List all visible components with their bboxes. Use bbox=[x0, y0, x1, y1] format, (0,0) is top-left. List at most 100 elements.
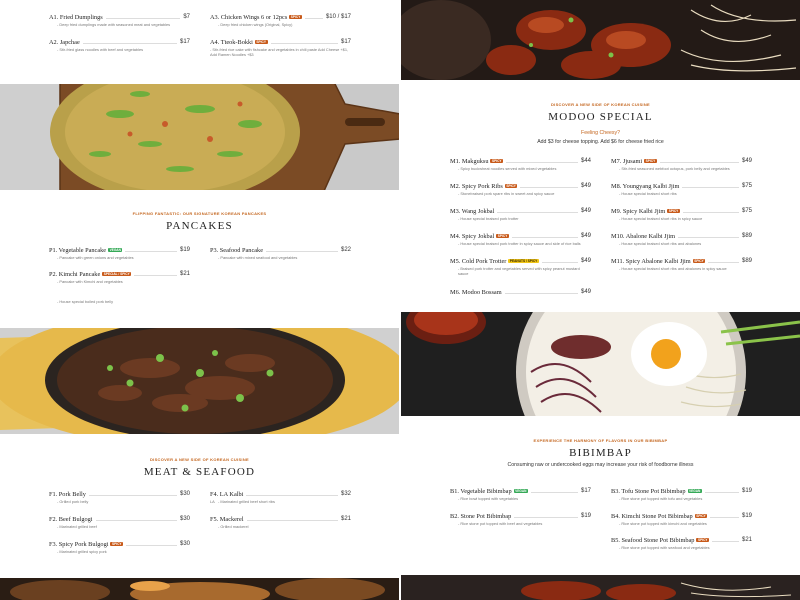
leader-line bbox=[710, 516, 739, 518]
menu-item-p3: P3. Seafood Pancake $22 - Pancake with mi… bbox=[210, 246, 351, 261]
item-name: P2. Kimchi Pancake bbox=[49, 270, 101, 278]
item-description: - House special braised pork trotter bbox=[458, 216, 519, 221]
item-description: - House special braised short ribs in sp… bbox=[619, 216, 703, 221]
menu-item-a2: A2. Japchae $17 - Stir-fried glass noodle… bbox=[49, 38, 190, 53]
item-price: $17 bbox=[340, 39, 351, 45]
item-description: - House special braised short ribs bbox=[619, 191, 677, 196]
item-name: M6. Modoo Bossam bbox=[450, 288, 502, 296]
item-price: $17 bbox=[179, 39, 190, 45]
item-description: - Rice bowl topped with vegetables bbox=[458, 496, 519, 501]
spicy-badge: SPICY bbox=[496, 233, 509, 239]
item-description: - Grilled pork belly bbox=[57, 499, 89, 504]
leader-line bbox=[704, 491, 739, 493]
item-name: B5. Seafood Stone Pot Bibimbap bbox=[611, 536, 695, 544]
item-price: $49 bbox=[580, 208, 591, 214]
menu-item-extra: - House special boiled pork belly bbox=[49, 298, 190, 304]
vegan-badge: VEGAN bbox=[687, 488, 702, 494]
pancake-photo bbox=[0, 84, 399, 190]
leader-line bbox=[530, 491, 578, 493]
leader-line bbox=[511, 236, 578, 238]
spicy-badge: SPICY bbox=[692, 258, 706, 264]
item-name: B1. Vegetable Bibimbap bbox=[450, 487, 512, 495]
item-description: - Marinated grilled beef bbox=[57, 524, 97, 529]
item-name: M7. Jjusami bbox=[611, 157, 643, 165]
item-name: P1. Vegetable Pancake bbox=[49, 246, 107, 254]
item-price: $75 bbox=[741, 208, 752, 214]
bibimbap-header: Experience the harmony of flavors in our… bbox=[401, 438, 800, 468]
leader-line bbox=[712, 540, 739, 542]
leader-line bbox=[514, 516, 578, 518]
item-name: A1. Fried Dumplings bbox=[49, 13, 103, 21]
item-name: A4. Tteok-Bokki bbox=[210, 38, 253, 46]
section-title: BIBIMBAP bbox=[569, 447, 632, 459]
menu-item-b2: B2. Stone Pot Bibimbap $19 - Rice stone p… bbox=[450, 512, 591, 527]
wings-photo bbox=[401, 0, 800, 80]
spicy-badge: SPICY bbox=[490, 158, 504, 164]
item-description: - Pancake with mixed seafood and vegetab… bbox=[218, 255, 298, 260]
item-price: $49 bbox=[580, 233, 591, 239]
item-name: F5. Mackerel bbox=[210, 515, 244, 523]
item-price: $75 bbox=[741, 183, 752, 189]
item-description: - Rice stone pot topped with seafood and… bbox=[619, 545, 710, 550]
meat-seafood-header: Discover a new side of Korean cuisine ME… bbox=[0, 457, 399, 478]
menu-item-p1: P1. Vegetable Pancake VEGAN $19 - Pancake … bbox=[49, 246, 190, 261]
item-name: M3. Wang Jokbal bbox=[450, 207, 495, 215]
section-title: MEAT & SEAFOOD bbox=[143, 466, 256, 478]
menu-item-p2: P2. Kimchi Pancake SPECIAL / SPICY $21 - P… bbox=[49, 270, 190, 285]
item-description: - Pancake with Kimchi and vegetables bbox=[57, 279, 123, 284]
special-spicy-badge: SPECIAL / SPICY bbox=[102, 271, 132, 277]
item-description: - Rice stone pot topped with beef and ve… bbox=[458, 521, 543, 526]
item-price: $30 bbox=[179, 541, 190, 547]
item-description: - House special boiled pork belly bbox=[57, 299, 114, 304]
menu-left-column: A1. Fried Dumplings $7 - Deep fried dumpl… bbox=[0, 0, 399, 600]
spicy-badge: SPICY bbox=[504, 183, 518, 189]
menu-item-f1: F1. Pork Belly $30 - Grilled pork belly bbox=[49, 490, 190, 505]
menu-item-a4: A4. Tteok-Bokki SPICY $17 - Stir-fried ric… bbox=[210, 38, 351, 58]
leader-line bbox=[105, 17, 181, 19]
item-price: $19 bbox=[179, 247, 190, 253]
menu-item-m7: M7. Jjusami SPICY $49 - Stir-fried seasone… bbox=[611, 157, 752, 172]
item-price: $49 bbox=[580, 289, 591, 295]
leader-line bbox=[270, 42, 338, 44]
item-name: P3. Seafood Pancake bbox=[210, 246, 263, 254]
menu-item-a1: A1. Fried Dumplings $7 - Deep fried dumpl… bbox=[49, 13, 190, 28]
item-price: $21 bbox=[741, 537, 752, 543]
item-name: F4. LA Kalbi bbox=[210, 490, 244, 498]
leader-line bbox=[266, 250, 338, 252]
menu-right-column: Discover a new side of Korean cuisine MO… bbox=[401, 0, 800, 600]
leader-line bbox=[506, 161, 578, 163]
menu-item-f3: F3. Spicy Pork Bulgogi SPICY $30 - Marinat… bbox=[49, 540, 190, 555]
item-price: $44 bbox=[580, 158, 591, 164]
item-name: B4. Kimchi Stone Pot Bibimbap bbox=[611, 512, 693, 520]
vegan-badge: VEGAN bbox=[108, 247, 123, 253]
item-price: $19 bbox=[580, 513, 591, 519]
spicy-badge: SPICY bbox=[694, 513, 708, 519]
item-price: $7 bbox=[183, 14, 190, 20]
bulgogi-photo bbox=[0, 328, 399, 434]
item-description: - Pancake with green onions and vegetabl… bbox=[57, 255, 134, 260]
item-description: - Stir-fried rice cake with fishcake and… bbox=[210, 47, 349, 58]
menu-item-m10: M10. Abalone Kalbi Jjim $89 - House speci… bbox=[611, 232, 752, 247]
section-kicker: Discover a new side of Korean cuisine bbox=[149, 457, 250, 462]
leader-line bbox=[682, 211, 739, 213]
spicy-badge: SPICY bbox=[667, 208, 680, 214]
item-name: M2. Spicy Pork Ribs bbox=[450, 182, 503, 190]
vegan-badge: VEGAN bbox=[513, 488, 528, 494]
item-price: $21 bbox=[340, 516, 351, 522]
item-label: LA bbox=[210, 499, 215, 504]
menu-item-m3: M3. Wang Jokbal $49 - House special brais… bbox=[450, 207, 591, 222]
bibimbap-photo bbox=[401, 312, 800, 416]
item-name: B2. Stone Pot Bibimbap bbox=[450, 512, 512, 520]
item-price: $17 bbox=[580, 488, 591, 494]
spicy-badge: SPICY bbox=[110, 541, 124, 547]
item-price: $22 bbox=[340, 247, 351, 253]
leader-line bbox=[541, 261, 578, 263]
item-name: M4. Spicy Jokbal bbox=[450, 232, 495, 240]
item-name: M9. Spicy Kalbi Jjim bbox=[611, 207, 666, 215]
item-price: $49 bbox=[580, 258, 591, 264]
section-warning: Consuming raw or undercooked eggs may in… bbox=[507, 462, 694, 468]
section-kicker: Discover a new side of Korean cuisine bbox=[550, 102, 651, 107]
section-subtitle: Feeling Cheesy? bbox=[581, 130, 620, 136]
leader-line bbox=[678, 236, 739, 238]
item-name: A2. Japchae bbox=[49, 38, 80, 46]
